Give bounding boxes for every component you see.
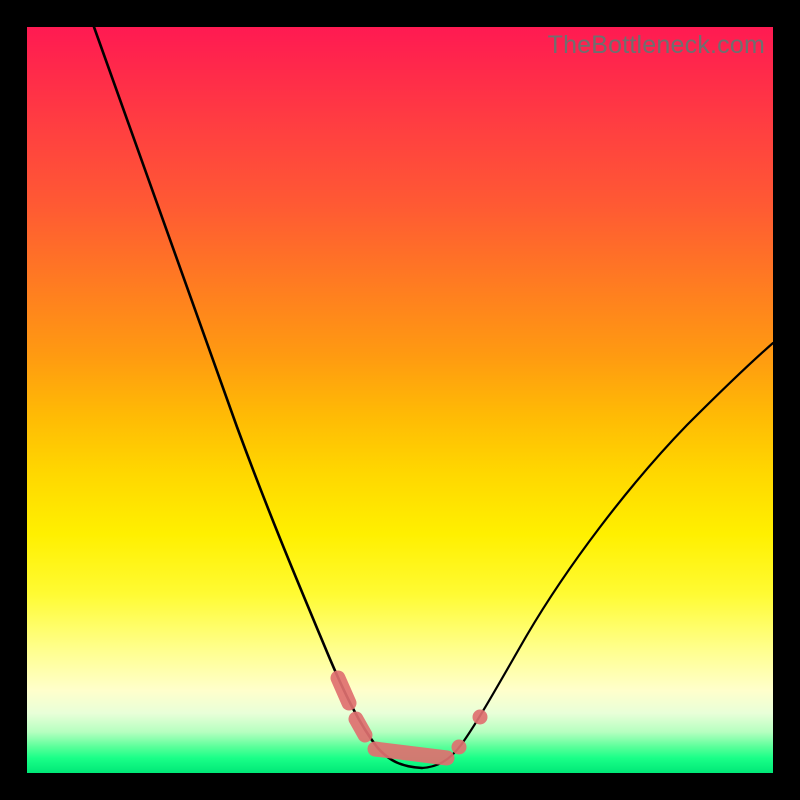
plot-area: TheBottleneck.com [27,27,773,773]
right-curve [422,343,773,768]
chart-frame: TheBottleneck.com [0,0,800,800]
left-curve [94,27,422,768]
highlight-dots [338,678,488,758]
curve-layer [27,27,773,773]
